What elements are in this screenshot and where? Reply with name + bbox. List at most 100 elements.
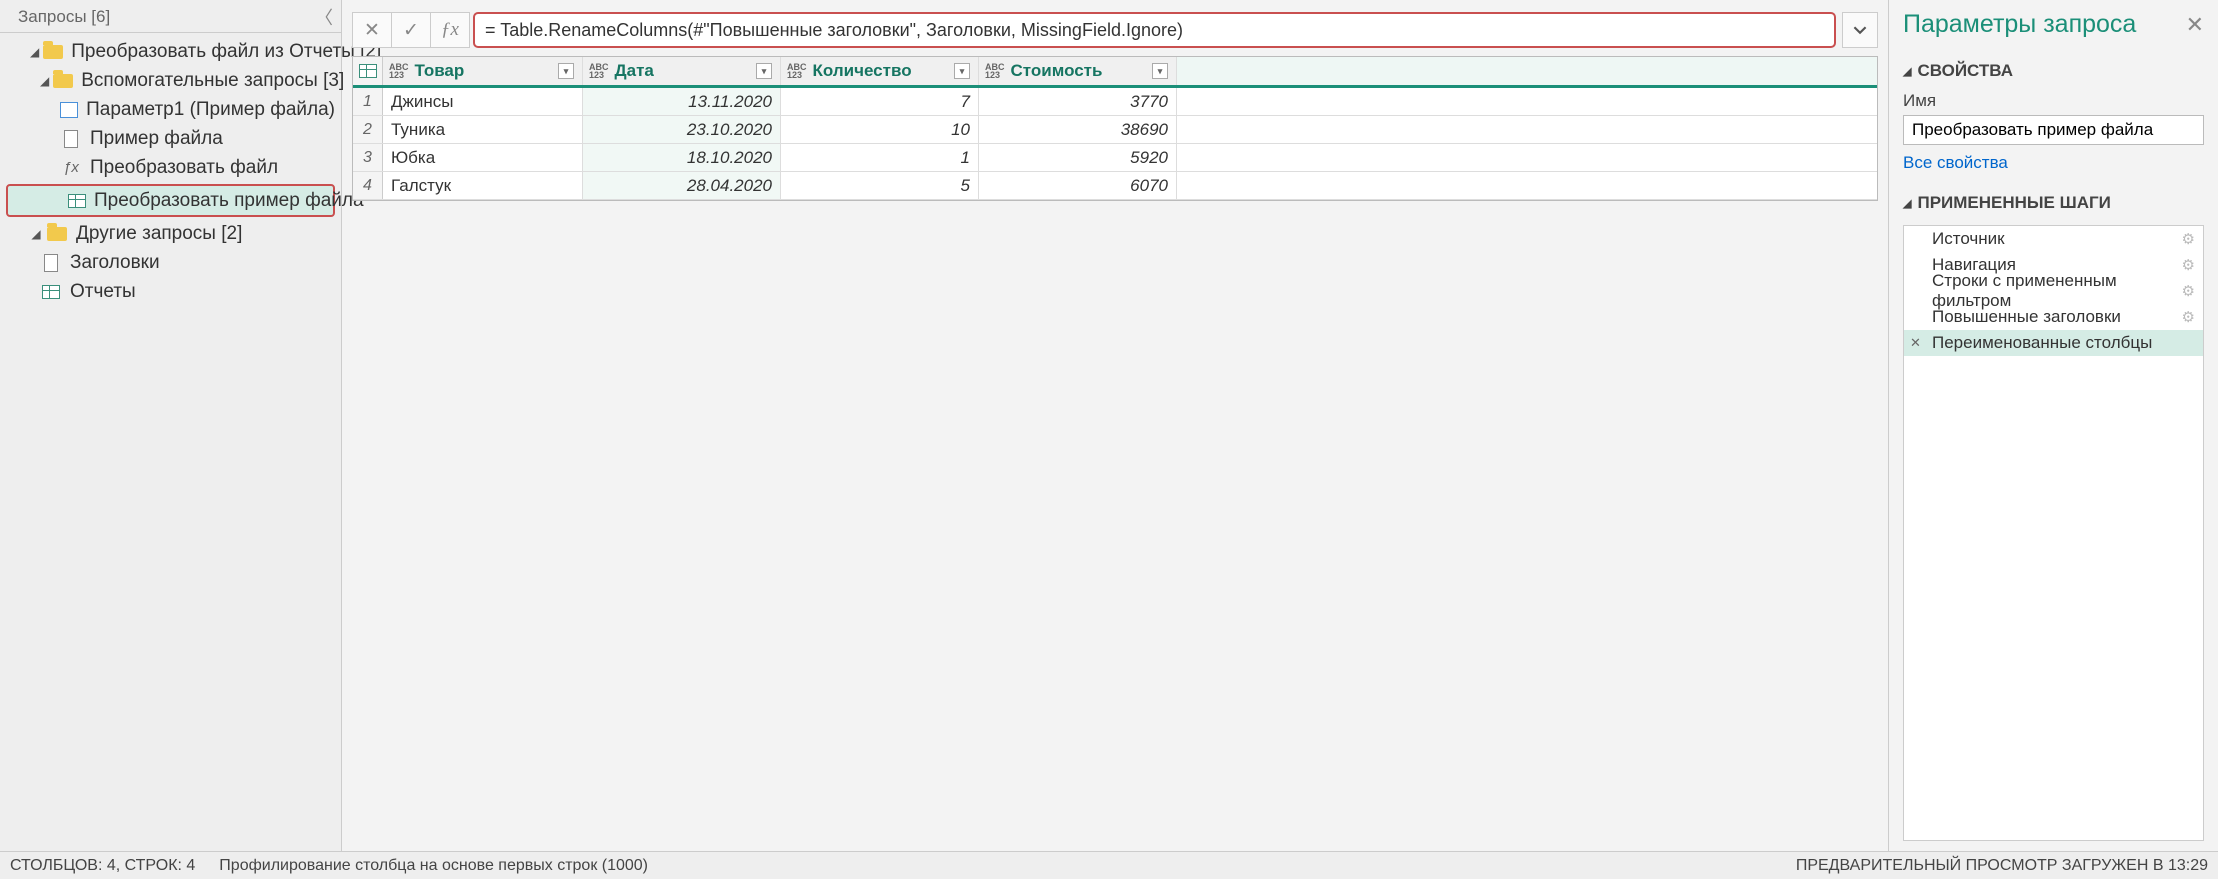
tree-label: Преобразовать файл из Отчеты [2] [71,41,381,63]
applied-step[interactable]: Повышенные заголовки⚙ [1904,304,2203,330]
gear-icon[interactable]: ⚙ [2182,256,2195,274]
applied-step[interactable]: Строки с примененным фильтром⚙ [1904,278,2203,304]
cell-data[interactable]: 28.04.2020 [583,172,781,199]
cell-tovar[interactable]: Галстук [383,172,583,199]
section-label: СВОЙСТВА [1917,61,2013,81]
filter-dropdown-button[interactable]: ▾ [756,63,772,79]
queries-tree: ◢ Преобразовать файл из Отчеты [2] ◢ Всп… [0,33,341,306]
type-any-icon: ABC123 [589,63,609,79]
table-row[interactable]: 2Туника23.10.20201038690 [353,116,1877,144]
cell-qty[interactable]: 7 [781,88,979,115]
close-settings-button[interactable]: ✕ [2186,12,2204,38]
type-any-icon: ABC123 [389,63,409,79]
center-area: ✕ ✓ ƒx = Table.RenameColumns(#"Повышенны… [342,0,1888,851]
status-columns-rows: СТОЛБЦОВ: 4, СТРОК: 4 [10,857,195,875]
formula-text: = Table.RenameColumns(#"Повышенные загол… [485,20,1183,41]
cell-data[interactable]: 23.10.2020 [583,116,781,143]
tree-label: Преобразовать пример файла [94,190,364,212]
cell-qty[interactable]: 10 [781,116,979,143]
cell-data[interactable]: 18.10.2020 [583,144,781,171]
cell-tovar[interactable]: Джинсы [383,88,583,115]
column-header-qty[interactable]: ABC123 Количество ▾ [781,57,979,85]
cell-qty[interactable]: 5 [781,172,979,199]
filter-dropdown-button[interactable]: ▾ [558,63,574,79]
type-any-icon: ABC123 [787,63,807,79]
chevron-down-icon [1853,23,1867,37]
accept-formula-button[interactable]: ✓ [391,12,431,48]
step-label: Источник [1932,229,2005,249]
applied-step[interactable]: Источник ⚙ [1904,226,2203,252]
grid-corner[interactable] [353,57,383,85]
section-applied-steps[interactable]: ◢ ПРИМЕНЕННЫЕ ШАГИ [1903,193,2204,213]
gear-icon[interactable]: ⚙ [2182,308,2195,326]
tree-item-parameter[interactable]: Параметр1 (Пример файла) [0,95,341,124]
cell-cost[interactable]: 6070 [979,172,1177,199]
settings-title: Параметры запроса [1903,10,2136,39]
tree-group-transform-from-reports[interactable]: ◢ Преобразовать файл из Отчеты [2] [0,37,341,66]
cell-cost[interactable]: 3770 [979,88,1177,115]
tree-item-transform-file[interactable]: ƒx Преобразовать файл [0,153,341,182]
applied-step[interactable]: Переименованные столбцы [1904,330,2203,356]
cell-tovar[interactable]: Туника [383,116,583,143]
cancel-formula-button[interactable]: ✕ [352,12,392,48]
section-properties[interactable]: ◢ СВОЙСТВА [1903,61,2204,81]
section-label: ПРИМЕНЕННЫЕ ШАГИ [1917,193,2110,213]
cell-qty[interactable]: 1 [781,144,979,171]
table-icon [359,64,377,78]
table-row[interactable]: 3Юбка18.10.202015920 [353,144,1877,172]
tree-item-reports[interactable]: Отчеты [0,277,341,306]
cell-cost[interactable]: 38690 [979,116,1177,143]
tree-group-helper-queries[interactable]: ◢ Вспомогательные запросы [3] [0,66,341,95]
tree-item-sample-file[interactable]: Пример файла [0,124,341,153]
caret-icon: ◢ [40,74,49,88]
applied-steps-list: Источник⚙Навигация⚙Строки с примененным … [1903,225,2204,841]
name-label: Имя [1903,91,2204,111]
gear-icon[interactable]: ⚙ [2182,282,2195,300]
query-name-input[interactable] [1903,115,2204,145]
folder-icon [46,225,68,243]
column-header-tovar[interactable]: ABC123 Товар ▾ [383,57,583,85]
column-header-data[interactable]: ABC123 Дата ▾ [583,57,781,85]
table-icon [68,192,86,210]
caret-icon: ◢ [1903,65,1911,78]
queries-header-label: Запросы [6] [18,7,110,27]
tree-label: Другие запросы [2] [76,223,242,245]
formula-input[interactable]: = Table.RenameColumns(#"Повышенные загол… [473,12,1836,48]
filter-dropdown-button[interactable]: ▾ [1152,63,1168,79]
row-number: 1 [353,88,383,115]
collapse-queries-button[interactable]: 〈 [315,4,333,30]
cell-cost[interactable]: 5920 [979,144,1177,171]
data-grid: ABC123 Товар ▾ ABC123 Дата ▾ ABC123 Коли… [352,56,1878,201]
fx-button[interactable]: ƒx [430,12,470,48]
all-properties-link[interactable]: Все свойства [1903,153,2204,173]
tree-item-headers[interactable]: Заголовки [0,248,341,277]
status-bar: СТОЛБЦОВ: 4, СТРОК: 4 Профилирование сто… [0,851,2218,879]
type-any-icon: ABC123 [985,63,1005,79]
step-label: Переименованные столбцы [1932,333,2152,353]
table-icon [40,283,62,301]
folder-icon [43,43,63,61]
caret-icon: ◢ [30,227,42,241]
col-label: Стоимость [1011,57,1103,85]
caret-icon: ◢ [30,45,39,59]
filter-dropdown-button[interactable]: ▾ [954,63,970,79]
file-icon [40,254,62,272]
tree-group-other-queries[interactable]: ◢ Другие запросы [2] [0,219,341,248]
tree-item-transform-sample-file[interactable]: Преобразовать пример файла [6,184,335,217]
folder-icon [53,72,73,90]
query-settings-panel: Параметры запроса ✕ ◢ СВОЙСТВА Имя Все с… [1888,0,2218,851]
gear-icon[interactable]: ⚙ [2182,230,2195,248]
column-header-cost[interactable]: ABC123 Стоимость ▾ [979,57,1177,85]
status-profiling: Профилирование столбца на основе первых … [219,857,648,875]
function-icon: ƒx [60,159,82,177]
cell-tovar[interactable]: Юбка [383,144,583,171]
caret-icon: ◢ [1903,197,1911,210]
formula-bar: ✕ ✓ ƒx = Table.RenameColumns(#"Повышенны… [352,10,1878,50]
table-row[interactable]: 4Галстук28.04.202056070 [353,172,1877,200]
table-row[interactable]: 1Джинсы13.11.202073770 [353,88,1877,116]
expand-formula-button[interactable] [1842,12,1878,48]
grid-body: 1Джинсы13.11.2020737702Туника23.10.20201… [353,88,1877,200]
cell-data[interactable]: 13.11.2020 [583,88,781,115]
tree-label: Параметр1 (Пример файла) [86,99,335,121]
grid-header-row: ABC123 Товар ▾ ABC123 Дата ▾ ABC123 Коли… [353,57,1877,88]
